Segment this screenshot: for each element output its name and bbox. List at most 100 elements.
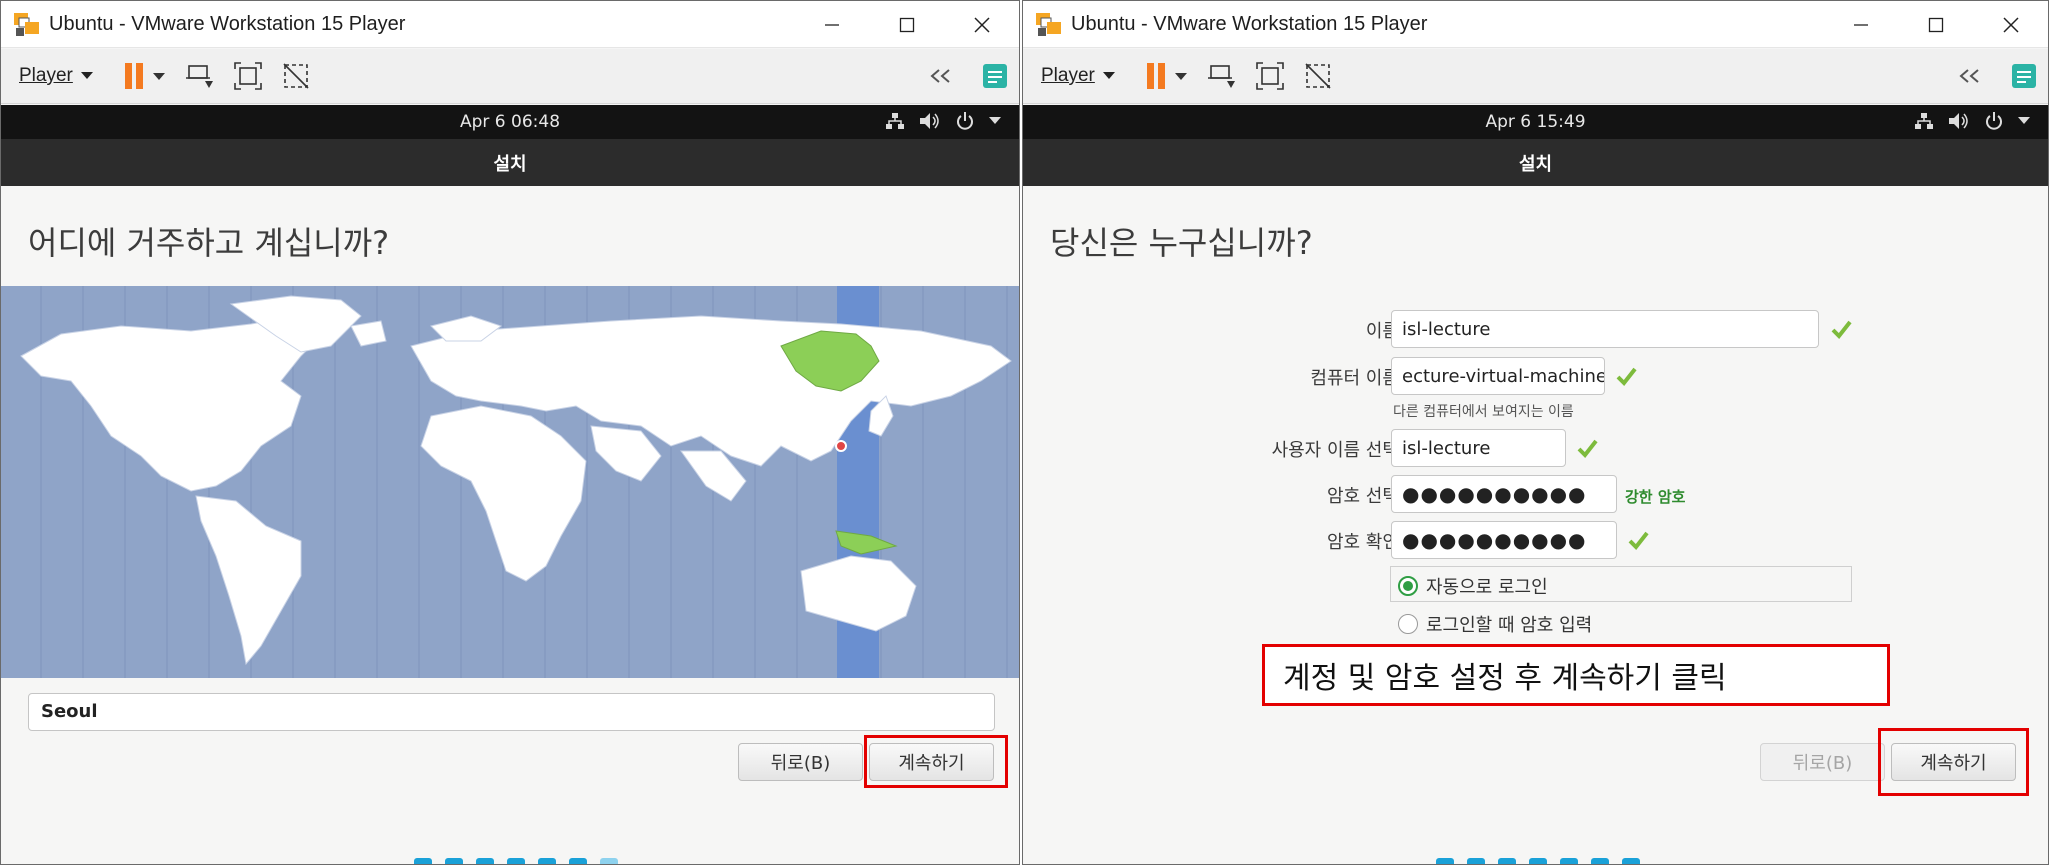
installer-content: 당신은 누구십니까? 이름: isl-lecture 컴퓨터 이름: ectur… (1023, 186, 2048, 864)
back-button[interactable]: 뒤로(B) (1760, 743, 1885, 781)
progress-dot (476, 858, 494, 864)
maximize-button[interactable] (1898, 1, 1973, 48)
installer-header: 설치 (1, 139, 1019, 186)
page-title: 당신은 누구십니까? (1050, 224, 1313, 262)
page-title: 어디에 거주하고 계십니까? (28, 224, 390, 262)
collapse-toolbar-button[interactable] (927, 66, 953, 90)
unity-button[interactable] (281, 61, 311, 91)
clock[interactable]: Apr 6 06:48 (460, 112, 560, 132)
double-chevron-left-icon (930, 69, 950, 83)
player-menu-label: Player (19, 65, 73, 86)
timezone-city-input[interactable]: Seoul (28, 693, 995, 731)
maximize-icon (1928, 17, 1943, 32)
minimize-button[interactable] (794, 1, 869, 48)
auto-login-option[interactable]: 자동으로 로그인 (1398, 573, 1548, 599)
volume-icon (920, 113, 939, 129)
progress-dot (1436, 858, 1454, 864)
ctrl-alt-del-icon (185, 65, 213, 88)
name-input[interactable]: isl-lecture (1391, 310, 1819, 348)
message-log-icon (983, 64, 1007, 88)
progress-dot (1560, 858, 1578, 864)
minimize-icon (1853, 23, 1868, 26)
valid-check-icon (1577, 439, 1598, 459)
progress-dot (507, 858, 525, 864)
back-button[interactable]: 뒤로(B) (738, 743, 863, 781)
valid-check-icon (1616, 367, 1637, 387)
vmware-app-icon (14, 13, 39, 36)
message-log-button[interactable] (2010, 61, 2038, 95)
pause-button[interactable] (1145, 61, 1189, 91)
vmware-window-right: Ubuntu - VMware Workstation 15 Player Pl… (1022, 0, 2049, 865)
progress-dot (445, 858, 463, 864)
close-icon (2002, 16, 2019, 33)
dropdown-arrow-icon (80, 72, 93, 79)
radio-selected-icon (1398, 576, 1418, 596)
computer-name-input[interactable]: ecture-virtual-machine (1391, 357, 1605, 395)
timezone-map[interactable] (1, 286, 1019, 678)
pause-icon (1146, 63, 1187, 89)
player-menu-label: Player (1041, 65, 1095, 86)
window-title: Ubuntu - VMware Workstation 15 Player (1071, 12, 1428, 35)
vmware-window-left: Ubuntu - VMware Workstation 15 Player Pl… (0, 0, 1020, 865)
progress-indicator (1436, 858, 1640, 864)
maximize-button[interactable] (869, 1, 944, 48)
close-button[interactable] (1973, 1, 2048, 48)
pause-icon (124, 63, 165, 89)
minimize-button[interactable] (1823, 1, 1898, 48)
progress-dot (600, 858, 618, 864)
username-input[interactable]: isl-lecture (1391, 429, 1566, 467)
computer-name-hint: 다른 컴퓨터에서 보여지는 이름 (1393, 404, 1574, 420)
send-ctrl-alt-del-button[interactable] (1207, 61, 1237, 91)
fullscreen-icon (234, 62, 262, 90)
require-password-option[interactable]: 로그인할 때 암호 입력 (1398, 611, 1592, 637)
name-label: 이름: (1365, 321, 1405, 342)
network-icon (1915, 113, 1933, 129)
progress-dot (569, 858, 587, 864)
pause-button[interactable] (123, 61, 167, 91)
player-menu-button[interactable]: Player (19, 65, 93, 87)
collapse-toolbar-button[interactable] (1956, 66, 1982, 90)
network-icon (886, 113, 904, 129)
ubuntu-top-bar: Apr 6 06:48 (1, 105, 1019, 139)
confirm-password-input[interactable]: ●●●●●●●●●● (1391, 521, 1617, 559)
world-map-graphic (20, 286, 1012, 678)
dropdown-arrow-icon (1102, 72, 1115, 79)
progress-dot (1591, 858, 1609, 864)
fullscreen-button[interactable] (1255, 61, 1285, 91)
ubuntu-top-bar: Apr 6 15:49 (1023, 105, 2048, 139)
dropdown-arrow-icon (989, 117, 1001, 124)
progress-dot (1622, 858, 1640, 864)
dropdown-arrow-icon (2018, 117, 2030, 124)
progress-dot (414, 858, 432, 864)
password-strength-label: 강한 암호 (1625, 488, 1686, 506)
player-menu-button[interactable]: Player (1041, 65, 1115, 87)
title-bar[interactable]: Ubuntu - VMware Workstation 15 Player (1, 1, 1019, 48)
password-label: 암호 선택: (1326, 486, 1405, 507)
progress-dot (1529, 858, 1547, 864)
message-log-button[interactable] (981, 61, 1009, 95)
double-chevron-left-icon (1959, 69, 1979, 83)
minimize-icon (824, 23, 839, 26)
selected-city-pin[interactable] (835, 440, 847, 452)
unity-mode-icon (283, 63, 309, 89)
system-menu[interactable] (885, 111, 1001, 131)
confirm-password-label: 암호 확인: (1326, 532, 1405, 553)
maximize-icon (899, 17, 914, 32)
unity-mode-icon (1305, 63, 1331, 89)
send-ctrl-alt-del-button[interactable] (185, 61, 215, 91)
progress-dot (1498, 858, 1516, 864)
volume-icon (1949, 113, 1968, 129)
password-input[interactable]: ●●●●●●●●●● (1391, 475, 1617, 513)
close-icon (973, 16, 990, 33)
radio-unselected-icon (1398, 614, 1418, 634)
system-menu[interactable] (1914, 111, 2030, 131)
close-button[interactable] (944, 1, 1019, 48)
fullscreen-button[interactable] (233, 61, 263, 91)
continue-highlight-box (864, 735, 1008, 788)
valid-check-icon (1628, 531, 1649, 551)
clock[interactable]: Apr 6 15:49 (1485, 112, 1585, 132)
title-bar[interactable]: Ubuntu - VMware Workstation 15 Player (1023, 1, 2048, 48)
unity-button[interactable] (1303, 61, 1333, 91)
vmware-toolbar: Player (1023, 49, 2048, 104)
auto-login-label: 자동으로 로그인 (1426, 577, 1548, 598)
